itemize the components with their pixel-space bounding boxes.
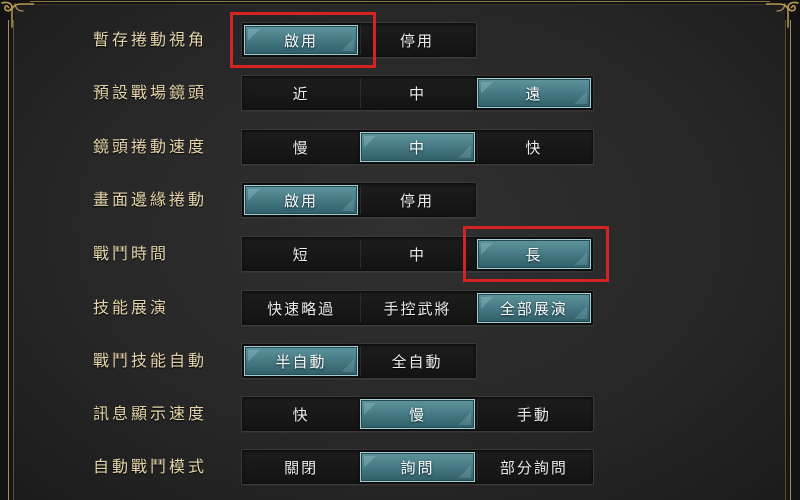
setting-label: 戰鬥技能自動 bbox=[93, 351, 208, 370]
option-near-button[interactable]: 近 bbox=[244, 78, 358, 108]
option-show-all-button[interactable]: 全部展演 bbox=[476, 293, 591, 323]
setting-row-skill-animation: 技能展演 快速略過 手控武將 全部展演 bbox=[0, 290, 800, 326]
setting-row-auto-battle-mode: 自動戰鬥模式 關閉 詢問 部分詢問 bbox=[0, 449, 800, 485]
option-disable-button[interactable]: 停用 bbox=[360, 185, 474, 215]
option-medium-button[interactable]: 中 bbox=[360, 78, 474, 108]
setting-label: 戰鬥時間 bbox=[93, 244, 170, 263]
setting-label: 自動戰鬥模式 bbox=[93, 457, 208, 476]
option-disable-button[interactable]: 停用 bbox=[360, 25, 474, 55]
option-quick-skip-button[interactable]: 快速略過 bbox=[244, 293, 358, 323]
option-group: 關閉 詢問 部分詢問 bbox=[241, 449, 594, 485]
option-manual-button[interactable]: 手動 bbox=[476, 399, 591, 429]
setting-label: 訊息顯示速度 bbox=[93, 404, 208, 423]
frame-top-border bbox=[30, 1, 770, 5]
option-group: 慢 中 快 bbox=[241, 129, 594, 165]
setting-row-battle-skill-auto: 戰鬥技能自動 半自動 全自動 bbox=[0, 343, 800, 379]
option-semi-auto-button[interactable]: 半自動 bbox=[244, 346, 358, 376]
setting-row-camera-scroll-speed: 鏡頭捲動速度 慢 中 快 bbox=[0, 129, 800, 165]
option-group: 啟用 停用 bbox=[230, 12, 477, 68]
option-short-button[interactable]: 短 bbox=[244, 239, 358, 269]
setting-row-screen-edge-scroll: 畫面邊緣捲動 啟用 停用 bbox=[0, 182, 800, 218]
option-partial-ask-button[interactable]: 部分詢問 bbox=[476, 452, 591, 482]
option-slow-button[interactable]: 慢 bbox=[360, 399, 475, 429]
option-slow-button[interactable]: 慢 bbox=[244, 132, 358, 162]
option-full-auto-button[interactable]: 全自動 bbox=[360, 346, 474, 376]
option-group: 半自動 全自動 bbox=[241, 343, 477, 379]
option-far-button[interactable]: 遠 bbox=[476, 78, 591, 108]
setting-label: 預設戰場鏡頭 bbox=[93, 83, 208, 102]
option-fast-button[interactable]: 快 bbox=[244, 399, 358, 429]
setting-row-default-battle-camera: 預設戰場鏡頭 近 中 遠 bbox=[0, 75, 800, 111]
option-manual-general-button[interactable]: 手控武將 bbox=[360, 293, 474, 323]
option-fast-button[interactable]: 快 bbox=[476, 132, 591, 162]
setting-label: 畫面邊緣捲動 bbox=[93, 190, 208, 209]
setting-label: 暫存捲動視角 bbox=[93, 30, 208, 49]
option-group: 近 中 遠 bbox=[241, 75, 594, 111]
option-medium-button[interactable]: 中 bbox=[360, 132, 475, 162]
setting-label: 技能展演 bbox=[93, 298, 170, 317]
setting-row-message-speed: 訊息顯示速度 快 慢 手動 bbox=[0, 396, 800, 432]
option-medium-button[interactable]: 中 bbox=[360, 239, 474, 269]
setting-row-cache-scroll-view: 暫存捲動視角 啟用 停用 bbox=[0, 12, 800, 68]
setting-label: 鏡頭捲動速度 bbox=[93, 137, 208, 156]
option-group: 短 中 長 bbox=[241, 226, 610, 282]
option-ask-button[interactable]: 詢問 bbox=[360, 452, 475, 482]
option-group: 啟用 停用 bbox=[241, 182, 477, 218]
option-group: 快速略過 手控武將 全部展演 bbox=[241, 290, 594, 326]
option-long-button[interactable]: 長 bbox=[462, 226, 610, 282]
option-off-button[interactable]: 關閉 bbox=[244, 452, 358, 482]
option-group: 快 慢 手動 bbox=[241, 396, 594, 432]
setting-row-battle-duration: 戰鬥時間 短 中 長 bbox=[0, 226, 800, 282]
option-enable-button[interactable]: 啟用 bbox=[244, 185, 358, 215]
option-enable-button[interactable]: 啟用 bbox=[230, 12, 376, 68]
